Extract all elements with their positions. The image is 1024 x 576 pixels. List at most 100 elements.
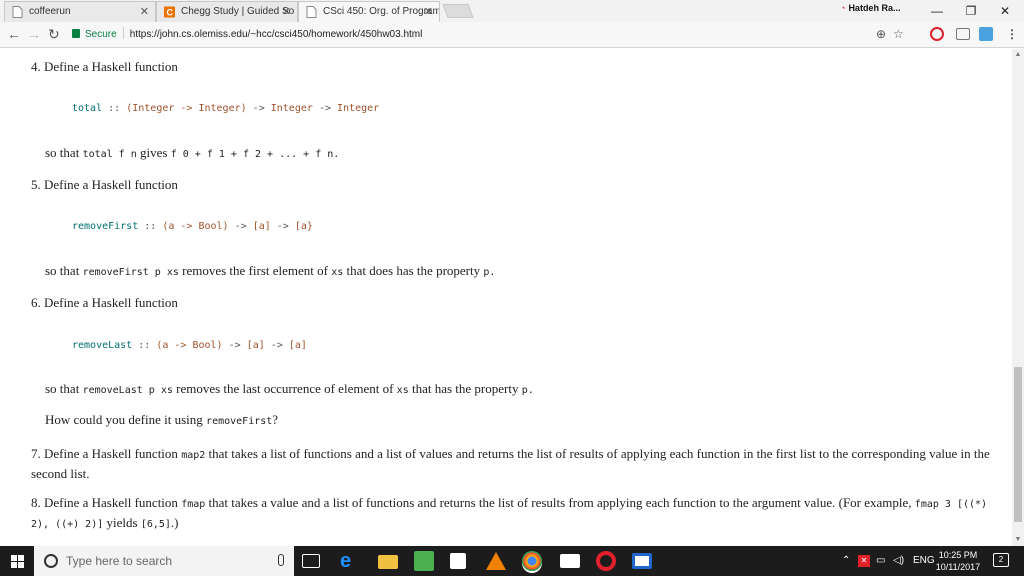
minimize-button[interactable]: — bbox=[920, 0, 954, 22]
profile-icon: ◔ bbox=[840, 3, 846, 13]
inline-code: removeLast p xs bbox=[82, 385, 173, 396]
inline-code: xs bbox=[331, 267, 344, 278]
divider bbox=[122, 27, 124, 39]
notification-center-icon[interactable]: 2 bbox=[993, 553, 1009, 567]
inline-code: map2 bbox=[181, 450, 206, 461]
edge-icon[interactable]: e bbox=[340, 551, 360, 571]
question-4-heading: 4. Define a Haskell function bbox=[31, 59, 178, 74]
url-text: https://john.cs.olemiss.edu/~hcc/csci450… bbox=[129, 29, 423, 40]
code-arrow: -> bbox=[234, 221, 247, 232]
text: 7. Define a Haskell function bbox=[31, 446, 178, 461]
code-colons: :: bbox=[108, 103, 121, 114]
close-window-button[interactable]: ✕ bbox=[988, 0, 1022, 22]
text: gives bbox=[140, 145, 168, 160]
vlc-icon[interactable] bbox=[486, 552, 506, 570]
menu-icon[interactable]: ⋮ bbox=[1006, 26, 1018, 42]
code-block-total: total :: (Integer -> Integer) -> Integer… bbox=[72, 103, 379, 114]
code-arrow: -> bbox=[318, 103, 331, 114]
task-view-icon[interactable] bbox=[302, 554, 320, 568]
taskbar-search-input[interactable]: Type here to search bbox=[34, 546, 294, 576]
question-5-heading: 5. Define a Haskell function bbox=[31, 177, 178, 192]
code-type: (a -> Bool) bbox=[162, 221, 229, 232]
text: so that bbox=[45, 263, 80, 278]
taskbar-clock[interactable]: 10:25 PM 10/11/2017 bbox=[928, 549, 988, 573]
text: so that bbox=[45, 145, 80, 160]
cast-icon[interactable] bbox=[956, 28, 970, 40]
code-type: Integer bbox=[270, 103, 313, 114]
restore-button[interactable]: ❐ bbox=[954, 0, 988, 22]
microphone-icon[interactable] bbox=[278, 554, 284, 566]
windows-logo-icon bbox=[18, 562, 24, 568]
code-name: total bbox=[72, 103, 103, 114]
tab-chegg[interactable]: C Chegg Study | Guided So ✕ bbox=[156, 1, 298, 22]
bookmark-star-icon[interactable]: ☆ bbox=[893, 26, 904, 42]
inline-code: [6,5] bbox=[140, 519, 171, 530]
svg-text:C: C bbox=[167, 8, 174, 18]
code-block-removelast: removeLast :: (a -> Bool) -> [a] -> [a] bbox=[72, 340, 307, 351]
profile-button[interactable]: ◔ Hatdeh Ra... bbox=[840, 3, 900, 13]
file-explorer-icon[interactable] bbox=[378, 555, 398, 569]
windows-taskbar: Type here to search e ⌃ ✕ ▭ ◁) ENG 10:25… bbox=[0, 546, 1024, 576]
zoom-icon[interactable]: ⊕ bbox=[876, 26, 886, 42]
lock-icon bbox=[72, 29, 80, 38]
code-name: removeFirst bbox=[72, 221, 139, 232]
page-scrollbar[interactable]: ▲ ▼ bbox=[1012, 49, 1024, 546]
text: yields bbox=[106, 515, 138, 530]
text: removes the first element of bbox=[182, 263, 328, 278]
start-button[interactable] bbox=[0, 546, 34, 576]
text: removes the last occurrence of element o… bbox=[176, 381, 394, 396]
address-bar[interactable]: Secure https://john.cs.olemiss.edu/~hcc/c… bbox=[72, 25, 927, 45]
clock-time: 10:25 PM bbox=[938, 550, 978, 560]
notification-count: 2 bbox=[998, 555, 1004, 564]
opera-extension-icon[interactable] bbox=[930, 27, 944, 41]
opera-icon[interactable] bbox=[596, 551, 616, 571]
store-icon[interactable] bbox=[450, 553, 466, 569]
scroll-up-arrow-icon[interactable]: ▲ bbox=[1012, 49, 1024, 61]
scrollbar-thumb[interactable] bbox=[1014, 367, 1022, 522]
question-6-description: so that removeLast p xs removes the last… bbox=[45, 381, 534, 397]
text: How could you define it using bbox=[45, 412, 203, 427]
code-arrow: -> bbox=[228, 340, 241, 351]
tab-coffeerun[interactable]: coffeerun ✕ bbox=[4, 1, 156, 22]
chrome-icon[interactable] bbox=[522, 551, 542, 571]
code-type: [a] bbox=[246, 340, 265, 351]
close-icon[interactable]: ✕ bbox=[282, 5, 291, 18]
app-window-icon[interactable] bbox=[632, 553, 652, 569]
app-icon[interactable] bbox=[414, 551, 434, 571]
clock-date: 10/11/2017 bbox=[935, 562, 981, 572]
text: so that bbox=[45, 381, 80, 396]
windows-logo-icon bbox=[11, 555, 17, 561]
back-button[interactable]: ← bbox=[7, 25, 21, 43]
close-icon[interactable]: ✕ bbox=[140, 5, 149, 18]
tab-title: Chegg Study | Guided So bbox=[181, 6, 295, 17]
volume-icon[interactable]: ◁) bbox=[893, 546, 904, 576]
page-content: 4. Define a Haskell function total :: (I… bbox=[0, 49, 1012, 546]
tray-expand-icon[interactable]: ⌃ bbox=[842, 546, 850, 576]
browser-toolbar: ← → ↻ Secure https://john.cs.olemiss.edu/… bbox=[0, 22, 1024, 48]
extension-icon[interactable] bbox=[979, 27, 993, 41]
code-arrow: -> bbox=[252, 103, 265, 114]
scroll-down-arrow-icon[interactable]: ▼ bbox=[1012, 534, 1024, 546]
code-type: [a] bbox=[252, 221, 271, 232]
code-block-removefirst: removeFirst :: (a -> Bool) -> [a] -> [a} bbox=[72, 221, 313, 232]
forward-button[interactable]: → bbox=[27, 25, 41, 43]
code-type: Integer bbox=[337, 103, 380, 114]
tab-csci450[interactable]: CSci 450: Org. of Program ✕ bbox=[298, 1, 440, 22]
text: ? bbox=[272, 412, 279, 427]
page-icon bbox=[306, 6, 317, 18]
close-icon[interactable]: ✕ bbox=[424, 5, 433, 18]
question-6-followup: How could you define it using removeFirs… bbox=[45, 412, 278, 428]
code-colons: :: bbox=[144, 221, 157, 232]
network-icon[interactable]: ▭ bbox=[876, 546, 885, 576]
page-icon bbox=[12, 6, 23, 18]
mail-icon[interactable] bbox=[560, 554, 580, 568]
new-tab-button[interactable] bbox=[442, 4, 474, 18]
reload-button[interactable]: ↻ bbox=[48, 25, 60, 43]
code-colons: :: bbox=[138, 340, 151, 351]
windows-logo-icon bbox=[11, 562, 17, 568]
inline-code: removeFirst p xs bbox=[82, 267, 179, 278]
antivirus-tray-icon[interactable]: ✕ bbox=[858, 555, 870, 567]
text: that has the property bbox=[411, 381, 519, 396]
tab-strip: coffeerun ✕ C Chegg Study | Guided So ✕ … bbox=[0, 0, 1024, 22]
code-arrow: -> bbox=[270, 340, 283, 351]
